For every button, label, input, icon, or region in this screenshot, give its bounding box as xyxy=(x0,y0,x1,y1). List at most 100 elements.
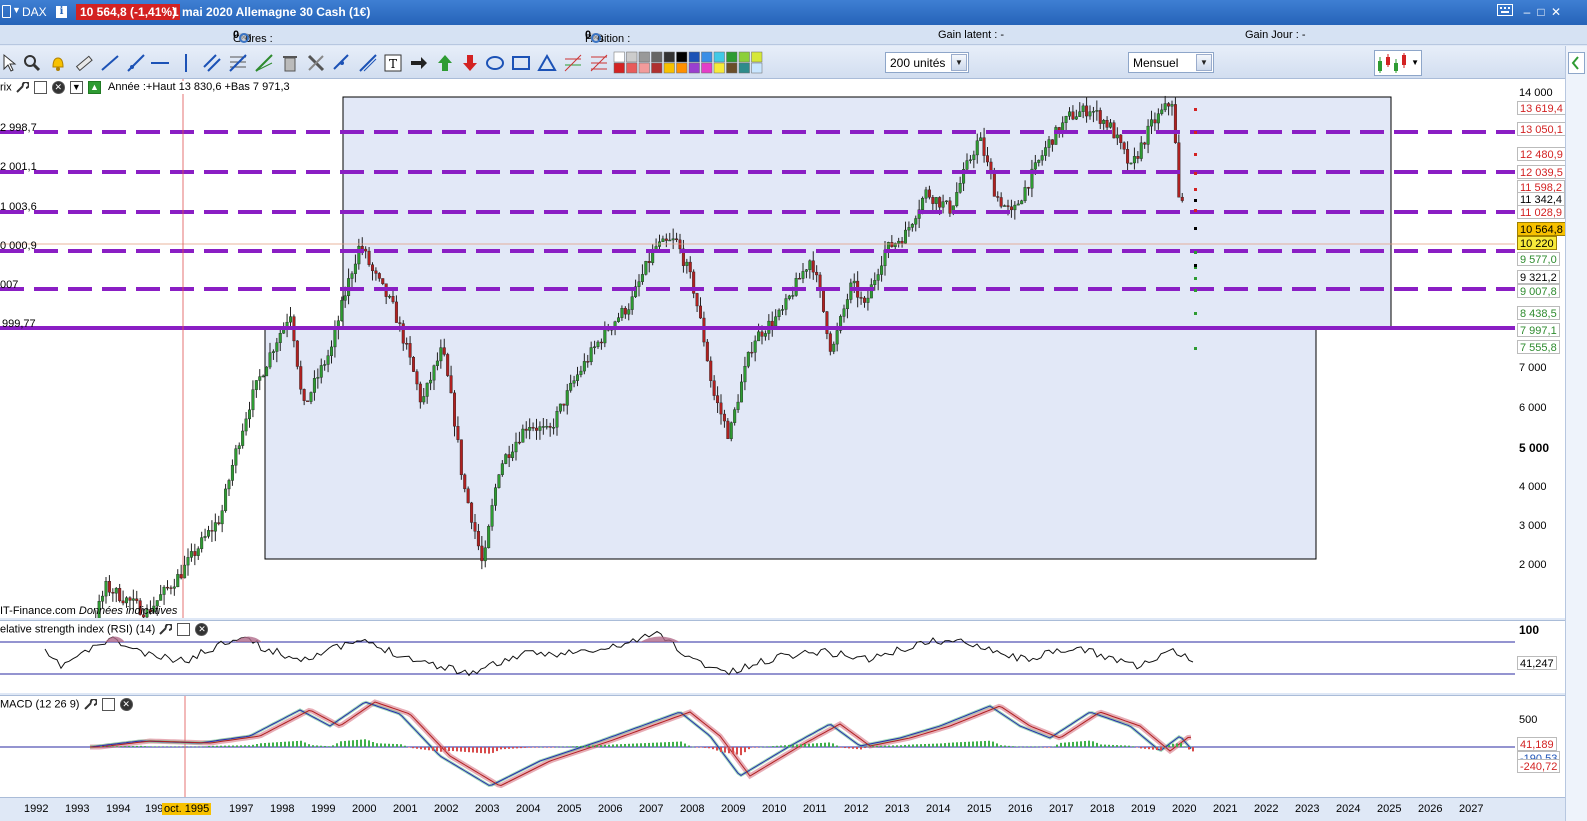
channel-icon[interactable] xyxy=(202,53,222,73)
window-icon[interactable] xyxy=(33,81,47,94)
gann-icon[interactable] xyxy=(254,53,274,73)
macd-histogram-bar xyxy=(1076,741,1078,747)
ellipse-icon[interactable] xyxy=(485,53,505,73)
arrow-up-icon[interactable]: ▲ xyxy=(87,81,101,94)
candle xyxy=(801,271,805,279)
candle xyxy=(927,189,931,198)
price-chart-panel[interactable]: rix ✕ ▼ ▲ Année :+Haut 13 830,6 +Bas 7 9… xyxy=(0,79,1515,618)
rsi-chart[interactable] xyxy=(0,621,1515,694)
macd-histogram-bar xyxy=(1128,745,1130,747)
instrument-name[interactable]: DAX xyxy=(22,5,47,19)
candle xyxy=(1067,111,1071,117)
wrench-icon[interactable] xyxy=(15,80,30,94)
candle xyxy=(306,400,310,402)
chevron-down-icon[interactable]: ▼ xyxy=(1196,54,1212,71)
info-icon[interactable]: i xyxy=(56,6,67,18)
macd-histogram-bar xyxy=(612,744,614,747)
trash-icon[interactable] xyxy=(280,53,300,73)
macd-histogram-bar xyxy=(392,743,394,747)
arrow-down-icon[interactable]: ▼ xyxy=(69,81,83,94)
macd-histogram-bar xyxy=(644,743,646,747)
price-chart[interactable] xyxy=(0,79,1515,618)
color-palette[interactable] xyxy=(613,51,765,75)
candle xyxy=(1078,111,1082,117)
side-panel-toggle[interactable] xyxy=(1568,52,1585,74)
parallel-icon[interactable] xyxy=(332,53,352,73)
window-icon[interactable] xyxy=(101,698,115,711)
vertical-line-icon[interactable] xyxy=(176,53,196,73)
ray-line-icon[interactable] xyxy=(126,53,146,73)
chevron-down-icon[interactable]: ▼ xyxy=(951,54,967,71)
horizontal-line-icon[interactable] xyxy=(150,53,170,73)
candle xyxy=(258,376,262,381)
units-select[interactable]: 200 unités ▼ xyxy=(885,52,969,73)
macd-histogram-bar xyxy=(920,744,922,747)
macd-histogram-bar xyxy=(1056,744,1058,747)
window-icon[interactable] xyxy=(177,623,191,636)
rectangle-icon[interactable] xyxy=(511,53,531,73)
macd-histogram-bar xyxy=(928,743,930,747)
ruler-icon[interactable] xyxy=(74,53,94,73)
candle xyxy=(688,261,692,273)
maximize-button[interactable]: □ xyxy=(1533,4,1549,20)
units-value: 200 unités xyxy=(890,56,946,70)
keyboard-icon[interactable] xyxy=(1497,4,1513,20)
fib-fan-icon[interactable] xyxy=(563,53,583,73)
wrench-icon[interactable] xyxy=(158,622,174,636)
price-axis[interactable]: 14 000 7 000 6 000 5 000 4 000 3 000 2 0… xyxy=(1515,79,1566,618)
rsi-axis[interactable]: 100 41,247 xyxy=(1515,620,1565,693)
macd-histogram-bar xyxy=(248,745,250,747)
window-icon[interactable] xyxy=(2,5,11,18)
candle xyxy=(931,197,935,204)
macd-axis[interactable]: 500 41,189 -190,53 -240,72 xyxy=(1515,695,1565,797)
time-axis[interactable]: 1992 1993 1994 199 1997 1998 1999 2000 2001 2002 2… xyxy=(0,797,1587,821)
chart-type-select[interactable]: ▼ xyxy=(1374,50,1422,76)
candle xyxy=(432,365,436,381)
color-swatch xyxy=(638,51,650,63)
candle xyxy=(576,374,580,381)
color-swatch xyxy=(751,51,763,63)
arrow-down-icon[interactable] xyxy=(460,53,480,73)
candle xyxy=(159,594,163,601)
rsi-panel[interactable]: elative strength index (RSI) (14) ✕ xyxy=(0,620,1515,693)
macd-histogram-bar xyxy=(1020,746,1022,748)
chevron-down-icon[interactable]: ▼ xyxy=(1411,58,1419,67)
zoom-icon[interactable] xyxy=(22,53,42,73)
close-icon[interactable]: ✕ xyxy=(119,698,133,711)
arrow-right-icon[interactable] xyxy=(409,53,429,73)
chevron-down-icon[interactable]: ▼ xyxy=(12,5,21,15)
candle xyxy=(1064,116,1068,123)
candle xyxy=(623,308,627,315)
close-icon[interactable]: ✕ xyxy=(195,623,209,636)
fib-arc-icon[interactable] xyxy=(589,53,609,73)
close-button[interactable]: ✕ xyxy=(1548,4,1564,20)
candle xyxy=(866,297,870,303)
macd-histogram-bar xyxy=(348,740,350,747)
macd-histogram-bar xyxy=(336,743,338,747)
pitchfork-icon[interactable] xyxy=(358,53,378,73)
arrow-up-icon[interactable] xyxy=(435,53,455,73)
macd-histogram-bar xyxy=(960,742,962,747)
candle xyxy=(200,537,204,549)
macd-histogram-bar xyxy=(212,745,214,747)
cursor-icon[interactable] xyxy=(0,53,20,73)
candle xyxy=(579,370,583,375)
macd-chart[interactable] xyxy=(0,696,1515,798)
wrench-icon[interactable] xyxy=(83,697,98,711)
macd-panel[interactable]: MACD (12 26 9) ✕ xyxy=(0,695,1515,798)
macd-histogram-bar xyxy=(948,742,950,747)
macd-histogram-bar xyxy=(740,747,742,756)
alert-bell-icon[interactable] xyxy=(48,53,68,73)
candle xyxy=(319,365,323,378)
tools-icon[interactable] xyxy=(306,53,326,73)
candle xyxy=(603,327,607,344)
text-icon[interactable]: T xyxy=(383,53,403,73)
period-select[interactable]: Mensuel ▼ xyxy=(1128,52,1214,73)
fibonacci-icon[interactable] xyxy=(228,53,248,73)
macd-histogram-bar xyxy=(1012,746,1014,747)
color-swatch xyxy=(726,62,738,74)
triangle-icon[interactable] xyxy=(537,53,557,73)
trendline-icon[interactable] xyxy=(100,53,120,73)
price-level-tag: 13 050,1 xyxy=(1517,122,1566,136)
close-icon[interactable]: ✕ xyxy=(51,81,65,94)
